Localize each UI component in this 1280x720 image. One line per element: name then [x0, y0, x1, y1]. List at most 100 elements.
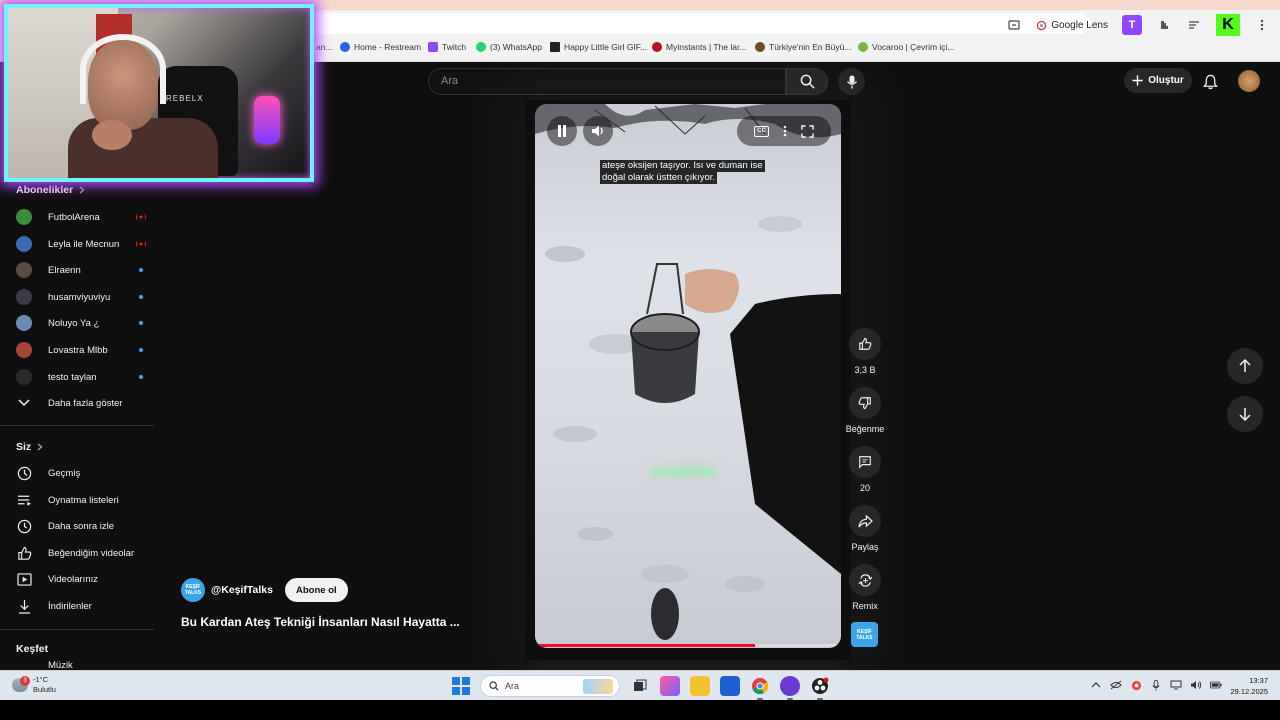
subscription-item[interactable]: Elraenn [16, 259, 146, 281]
new-content-dot [139, 375, 143, 379]
sidebar-item-watch-later[interactable]: Daha sonra izle [16, 515, 146, 537]
bookmark-label: (3) WhatsApp [490, 42, 542, 52]
extensions-icon[interactable] [1156, 17, 1172, 33]
address-bar[interactable] [300, 13, 1090, 34]
microphone-light [254, 96, 280, 144]
eye-off-icon[interactable] [1110, 679, 1122, 691]
bookmark-item[interactable]: an... [316, 42, 333, 52]
copilot-app-icon[interactable] [660, 676, 680, 696]
app-tray-icon[interactable] [1130, 679, 1142, 691]
chat-app-icon[interactable] [780, 676, 800, 700]
plus-icon [1132, 75, 1143, 86]
taskbar-search[interactable]: Ara [480, 675, 620, 697]
google-lens-chip[interactable]: Google Lens [1036, 20, 1108, 31]
captions-button[interactable]: CC [754, 125, 769, 137]
sound-source-thumbnail[interactable]: KEŞİF TALKS [851, 622, 878, 647]
weather-widget[interactable]: 3 -1°C Bulutlu [12, 675, 56, 695]
account-avatar[interactable] [1238, 70, 1260, 92]
comments-button[interactable] [849, 446, 881, 478]
shorts-player[interactable]: CC ateşe oksijen taşıyor. Isı ve duman i… [535, 104, 841, 648]
dislike-button[interactable] [849, 387, 881, 419]
store-app-icon[interactable] [720, 676, 740, 696]
volume-icon[interactable] [1190, 679, 1202, 691]
create-button[interactable]: Oluştur [1124, 68, 1192, 93]
bookmark-item[interactable]: Türkiye'nin En Büyü... [755, 42, 851, 52]
next-short-preview[interactable] [535, 660, 841, 670]
volume-button[interactable] [583, 116, 613, 146]
comment-icon [859, 456, 871, 469]
search-input[interactable]: Ara [428, 68, 786, 95]
new-content-dot [139, 321, 143, 325]
subscribe-button[interactable]: Abone ol [285, 578, 348, 602]
player-controls: CC [737, 116, 831, 146]
kick-extension-icon[interactable]: K [1216, 14, 1240, 36]
subscription-item[interactable]: testo taylan [16, 366, 146, 388]
more-options-icon[interactable] [783, 125, 787, 137]
sidebar-item-your-videos[interactable]: Videolarınız [16, 568, 146, 590]
search-button[interactable] [786, 68, 828, 95]
remix-action: Remix [842, 564, 888, 611]
headset-icon [80, 34, 166, 104]
obs-app-icon[interactable] [810, 676, 830, 700]
channel-avatar [16, 342, 32, 358]
bookmark-item[interactable]: Vocaroo | Çevrim içi... [858, 42, 955, 52]
subscription-item[interactable]: Noluyo Ya ¿ [16, 312, 146, 334]
remix-button[interactable] [849, 564, 881, 596]
bell-icon [1202, 74, 1218, 90]
cast-icon[interactable] [1006, 17, 1022, 33]
share-button[interactable] [849, 505, 881, 537]
downloads-icon [16, 598, 32, 614]
weather-badge: 3 [20, 676, 30, 686]
sidebar-item-liked-videos[interactable]: Beğendiğim videolar [16, 542, 146, 564]
reading-list-icon[interactable] [1186, 17, 1202, 33]
network-icon[interactable] [1170, 679, 1182, 691]
notifications-button[interactable] [1200, 72, 1220, 92]
sidebar-item-playlists[interactable]: Oynatma listeleri [16, 489, 146, 511]
chevron-up-icon[interactable] [1090, 679, 1102, 691]
bookmark-item[interactable]: (3) WhatsApp [476, 42, 542, 52]
system-clock[interactable]: 13:37 29.12.2025 [1228, 675, 1268, 697]
voice-search-button[interactable] [838, 68, 865, 95]
pause-button[interactable] [547, 116, 577, 146]
channel-name[interactable]: @KeşifTalks [211, 584, 273, 596]
bookmark-item[interactable]: Home - Restream [340, 42, 421, 52]
subscription-item[interactable]: Leyla ile Mecnun [16, 233, 146, 255]
bookmark-item[interactable]: Happy Little Girl GIF... [550, 42, 647, 52]
file-explorer-icon[interactable] [690, 676, 710, 696]
next-short-button[interactable] [1227, 396, 1263, 432]
more-menu-icon[interactable] [1254, 17, 1270, 33]
subscription-item[interactable]: Lovastra Mlbb [16, 339, 146, 361]
chrome-app-icon[interactable] [750, 676, 770, 700]
fullscreen-icon[interactable] [801, 124, 814, 138]
channel-logo[interactable]: KEŞİF TALKS [181, 578, 205, 602]
microphone-icon[interactable] [1150, 679, 1162, 691]
thumbs-up-icon [859, 337, 872, 350]
sidebar-item-history[interactable]: Geçmiş [16, 462, 146, 484]
start-button[interactable] [452, 677, 470, 695]
subscription-label: Elraenn [48, 264, 81, 276]
bookmark-item[interactable]: Twitch [428, 42, 466, 52]
like-button[interactable] [849, 328, 881, 360]
previous-short-button[interactable] [1227, 348, 1263, 384]
streamer-body [68, 118, 218, 178]
progress-bar[interactable] [535, 644, 841, 647]
twitch-extension-icon[interactable]: T [1122, 15, 1142, 35]
subscription-label: Leyla ile Mecnun [48, 238, 120, 250]
you-heading[interactable]: Siz [16, 441, 43, 453]
sidebar-item-downloads[interactable]: İndirilenler [16, 595, 146, 617]
task-view-icon[interactable] [630, 676, 650, 696]
you-heading-label: Siz [16, 441, 32, 453]
battery-icon[interactable] [1210, 679, 1222, 691]
video-captions: ateşe oksijen taşıyor. Isı ve duman ise … [600, 160, 765, 184]
live-icon [136, 241, 146, 247]
sidebar-item-label: Müzik [48, 660, 73, 670]
bookmark-item[interactable]: Myinstants | The lar... [652, 42, 746, 52]
thumbs-down-icon [858, 397, 871, 410]
arrow-down-icon [1239, 408, 1251, 421]
short-title[interactable]: Bu Kardan Ateş Tekniği İnsanları Nasıl H… [181, 615, 460, 629]
show-more-button[interactable]: Daha fazla göster [16, 392, 146, 414]
subscriptions-heading[interactable]: Abonelikler [16, 184, 85, 196]
subscription-item[interactable]: husamviyuviyu [16, 286, 146, 308]
subscription-item[interactable]: FutbolArena [16, 206, 146, 228]
sidebar-item-music[interactable]: Müzik [16, 660, 146, 670]
